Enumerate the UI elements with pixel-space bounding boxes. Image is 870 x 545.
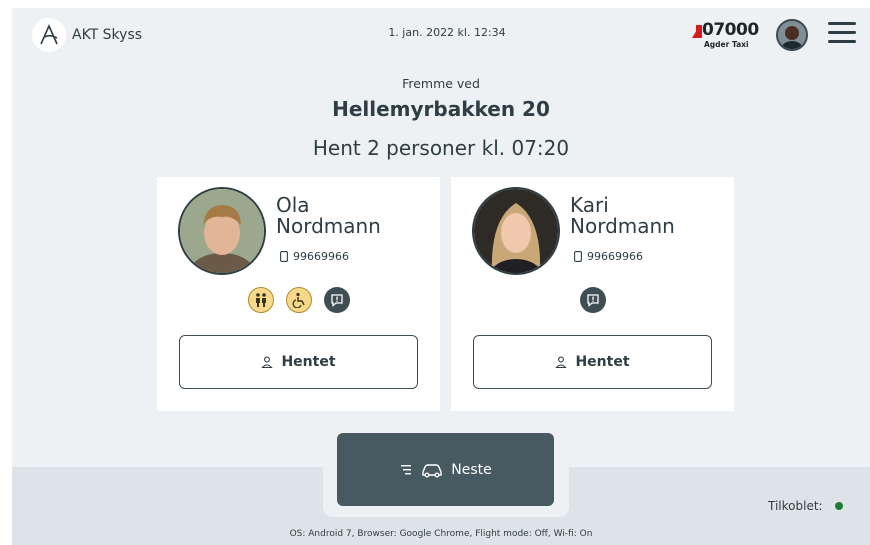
app-logo: AKT Skyss <box>32 18 142 52</box>
passenger-card: Kari Nordmann 99669966 Hentet <box>451 177 734 411</box>
passenger-photo <box>178 187 266 275</box>
message-icon[interactable] <box>323 287 350 313</box>
hamburger-icon <box>828 22 856 25</box>
connection-status: Tilkoblet: <box>768 499 843 513</box>
system-info: OS: Android 7, Browser: Google Chrome, F… <box>289 529 593 539</box>
passenger-needs <box>451 287 734 313</box>
route-list-icon <box>399 464 413 476</box>
stop-address: Hellemyrbakken 20 <box>332 97 550 121</box>
passenger-photo <box>472 187 560 275</box>
passenger-name: Kari Nordmann <box>570 193 675 238</box>
passenger-card: Ola Nordmann 99669966 Hentet <box>157 177 440 411</box>
menu-button[interactable] <box>828 22 856 48</box>
next-button[interactable]: Neste <box>337 433 554 506</box>
passenger-phone[interactable]: 99669966 <box>574 250 643 263</box>
passenger-phone[interactable]: 99669966 <box>280 250 349 263</box>
current-datetime: 1. jan. 2022 kl. 12:34 <box>388 26 506 39</box>
top-bar: AKT Skyss 1. jan. 2022 kl. 12:34 07000 A… <box>12 8 870 64</box>
car-icon <box>421 462 443 478</box>
app-name: AKT Skyss <box>72 27 143 43</box>
company-name: Agder Taxi <box>704 40 749 49</box>
companion-icon[interactable] <box>247 287 274 313</box>
vehicle-info: 07000 Agder Taxi <box>688 20 784 52</box>
akt-logo-icon <box>32 18 66 52</box>
pickup-instruction: Hent 2 personer kl. 07:20 <box>312 136 570 160</box>
passenger-needs <box>157 287 440 313</box>
wheelchair-icon[interactable] <box>285 287 312 313</box>
person-icon <box>555 356 568 368</box>
vehicle-id: 07000 <box>702 20 759 40</box>
picked-up-button[interactable]: Hentet <box>473 335 712 389</box>
phone-icon <box>574 251 582 262</box>
driver-avatar[interactable] <box>776 19 808 51</box>
arrival-label: Fremme ved <box>402 76 480 91</box>
picked-up-button[interactable]: Hentet <box>179 335 418 389</box>
connected-status-dot <box>834 502 843 510</box>
phone-icon <box>280 251 288 262</box>
person-icon <box>261 356 274 368</box>
passenger-name: Ola Nordmann <box>276 193 381 238</box>
message-icon[interactable] <box>579 287 606 313</box>
app-screen: AKT Skyss 1. jan. 2022 kl. 12:34 07000 A… <box>12 8 870 545</box>
